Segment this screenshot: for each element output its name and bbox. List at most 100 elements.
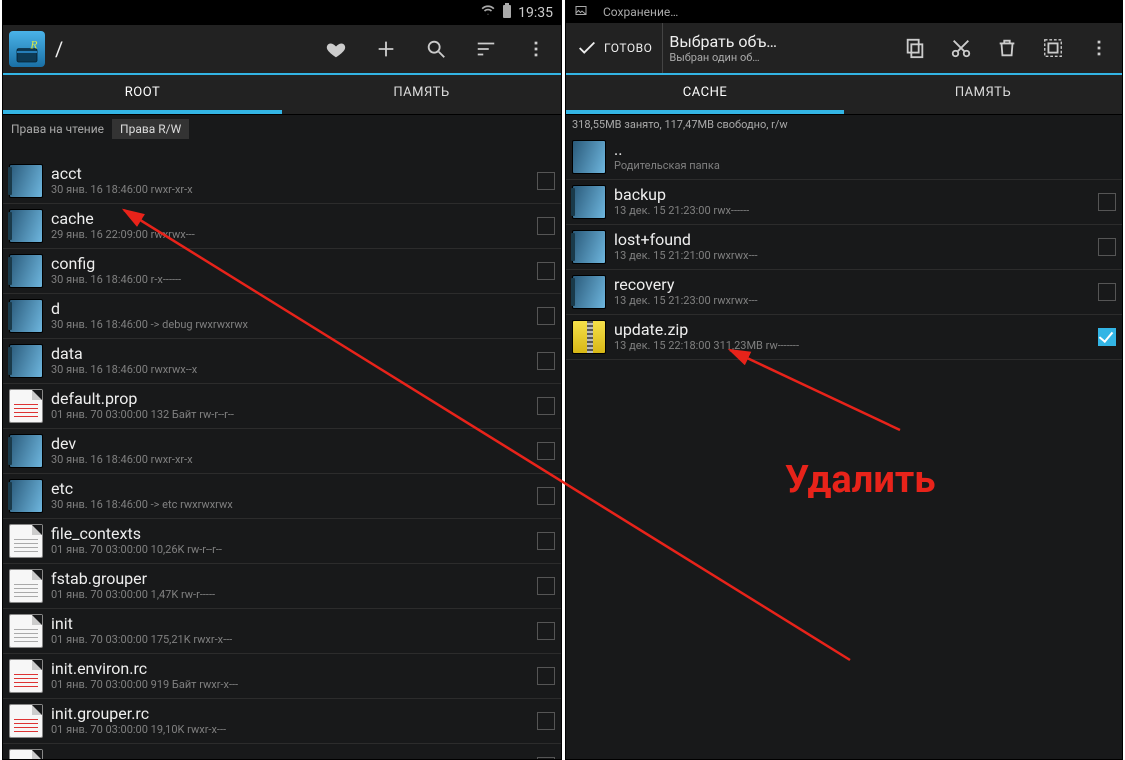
file-row[interactable]: lost+found13 дек. 15 21:21:00 rwxrwx--- (566, 225, 1122, 270)
saving-title: Сохранение… (603, 5, 678, 19)
selection-title[interactable]: Выбрать объ… Выбран один об… (663, 32, 783, 64)
file-checkbox[interactable] (537, 397, 555, 415)
file-row[interactable]: config30 янв. 16 18:46:00 r-x------ (3, 249, 561, 294)
file-checkbox[interactable] (537, 487, 555, 505)
right-file-list[interactable]: ..Родительская папка backup13 дек. 15 21:… (566, 135, 1122, 759)
file-details: 30 янв. 16 18:46:00 rwxr-xr-x (51, 453, 537, 467)
file-row[interactable]: default.prop01 янв. 70 03:00:00 132 Байт… (3, 384, 561, 429)
file-lines-icon (9, 704, 43, 738)
path-title[interactable]: / (49, 37, 69, 61)
wifi-icon (480, 4, 496, 22)
file-name: cache (51, 210, 537, 228)
file-details: 30 янв. 16 18:46:00 -> etc rwxrwxrwx (51, 498, 537, 512)
file-checkbox[interactable] (537, 712, 555, 730)
file-checkbox[interactable] (537, 442, 555, 460)
select-all-button[interactable] (1030, 23, 1076, 73)
search-button[interactable] (411, 24, 461, 74)
file-checkbox[interactable] (537, 532, 555, 550)
file-checkbox[interactable] (537, 577, 555, 595)
file-row[interactable]: ..Родительская папка (566, 135, 1122, 180)
file-meta: init.grouper.rc01 янв. 70 03:00:00 19,10… (51, 705, 537, 737)
file-row[interactable]: init.grouper.usb.rc (3, 744, 561, 759)
file-text-icon (9, 524, 43, 558)
file-meta: init.environ.rc01 янв. 70 03:00:00 919 Б… (51, 660, 537, 692)
overflow-button[interactable] (511, 24, 561, 74)
app-icon[interactable]: R (9, 31, 45, 67)
copy-button[interactable] (892, 23, 938, 73)
tab-memory-2[interactable]: ПАМЯТЬ (844, 75, 1122, 114)
file-row[interactable]: file_contexts01 янв. 70 03:00:00 10,26K … (3, 519, 561, 564)
file-name: data (51, 345, 537, 363)
folder-icon (572, 230, 606, 264)
file-meta: init01 янв. 70 03:00:00 175,21K rwxr-x--… (51, 615, 537, 647)
rights-label: Права на чтение (11, 122, 104, 136)
file-name: recovery (614, 276, 1098, 294)
file-meta: d30 янв. 16 18:46:00 -> debug rwxrwxrwx (51, 300, 537, 332)
right-pane: Сохранение… ГОТОВО Выбрать объ… Выбран о… (565, 0, 1123, 760)
battery-icon (502, 3, 512, 23)
file-row[interactable]: init.grouper.rc01 янв. 70 03:00:00 19,10… (3, 699, 561, 744)
file-checkbox[interactable] (537, 307, 555, 325)
file-lines-icon (9, 749, 43, 759)
sort-button[interactable] (461, 24, 511, 74)
file-meta: default.prop01 янв. 70 03:00:00 132 Байт… (51, 390, 537, 422)
tab-root[interactable]: ROOT (3, 75, 282, 114)
done-label: ГОТОВО (604, 41, 652, 55)
overflow-button-2[interactable] (1076, 23, 1122, 73)
add-button[interactable] (361, 24, 411, 74)
file-row[interactable]: etc30 янв. 16 18:46:00 -> etc rwxrwxrwx (3, 474, 561, 519)
file-row[interactable]: d30 янв. 16 18:46:00 -> debug rwxrwxrwx (3, 294, 561, 339)
file-checkbox[interactable] (537, 757, 555, 759)
file-checkbox[interactable] (1098, 193, 1116, 211)
file-name: config (51, 255, 537, 273)
storage-info: 318,55MB занято, 117,47MB свободно, r/w (566, 115, 1122, 134)
folder-icon (9, 209, 43, 243)
file-checkbox[interactable] (537, 217, 555, 235)
file-row[interactable]: acct30 янв. 16 18:46:00 rwxr-xr-x (3, 159, 561, 204)
file-checkbox[interactable] (1098, 283, 1116, 301)
file-details: 13 дек. 15 21:23:00 rwxrwx--- (614, 294, 1098, 308)
left-tab-bar: ROOT ПАМЯТЬ (3, 75, 561, 115)
file-checkbox[interactable] (537, 172, 555, 190)
file-meta: dev30 янв. 16 18:46:00 rwxr-xr-x (51, 435, 537, 467)
file-meta: backup13 дек. 15 21:23:00 rwx------ (614, 186, 1098, 218)
file-row[interactable]: dev30 янв. 16 18:46:00 rwxr-xr-x (3, 429, 561, 474)
file-details: 01 янв. 70 03:00:00 132 Байт rw-r--r-- (51, 408, 537, 422)
delete-button[interactable] (984, 23, 1030, 73)
done-button[interactable]: ГОТОВО (566, 23, 663, 73)
favorite-button[interactable] (311, 24, 361, 74)
file-meta: etc30 янв. 16 18:46:00 -> etc rwxrwxrwx (51, 480, 537, 512)
file-row[interactable]: recovery13 дек. 15 21:23:00 rwxrwx--- (566, 270, 1122, 315)
file-row[interactable]: fstab.grouper01 янв. 70 03:00:00 1,47K r… (3, 564, 561, 609)
file-meta: file_contexts01 янв. 70 03:00:00 10,26K … (51, 525, 537, 557)
file-row[interactable]: init01 янв. 70 03:00:00 175,21K rwxr-x--… (3, 609, 561, 654)
file-lines-icon (9, 389, 43, 423)
file-row[interactable]: update.zip13 дек. 15 22:18:00 311,23MB r… (566, 315, 1122, 360)
file-name: d (51, 300, 537, 318)
file-details: 01 янв. 70 03:00:00 175,21K rwxr-x--- (51, 633, 537, 647)
file-checkbox[interactable] (537, 667, 555, 685)
folder-icon (572, 185, 606, 219)
file-checkbox[interactable] (537, 352, 555, 370)
cut-button[interactable] (938, 23, 984, 73)
rights-rw-button[interactable]: Права R/W (112, 119, 189, 139)
file-details: 30 янв. 16 18:46:00 rwxr-xr-x (51, 183, 537, 197)
file-checkbox[interactable] (537, 262, 555, 280)
folder-icon (9, 479, 43, 513)
left-file-list[interactable]: acct30 янв. 16 18:46:00 rwxr-xr-xcache29… (3, 159, 561, 759)
file-checkbox[interactable] (1098, 328, 1116, 346)
file-row[interactable]: data30 янв. 16 18:46:00 rwxrwx--x (3, 339, 561, 384)
file-details: 13 дек. 15 21:23:00 rwx------ (614, 204, 1098, 218)
file-checkbox[interactable] (1098, 238, 1116, 256)
file-name: init.environ.rc (51, 660, 537, 678)
file-row[interactable]: backup13 дек. 15 21:23:00 rwx------ (566, 180, 1122, 225)
file-name: fstab.grouper (51, 570, 537, 588)
file-text-icon (9, 569, 43, 603)
tab-cache[interactable]: CACHE (566, 75, 844, 114)
file-row[interactable]: init.environ.rc01 янв. 70 03:00:00 919 Б… (3, 654, 561, 699)
tab-memory[interactable]: ПАМЯТЬ (282, 75, 561, 114)
file-details: Родительская папка (614, 159, 1116, 173)
file-checkbox[interactable] (537, 622, 555, 640)
file-row[interactable]: cache29 янв. 16 22:09:00 rwxrwx--- (3, 204, 561, 249)
file-details: 30 янв. 16 18:46:00 -> debug rwxrwxrwx (51, 318, 537, 332)
